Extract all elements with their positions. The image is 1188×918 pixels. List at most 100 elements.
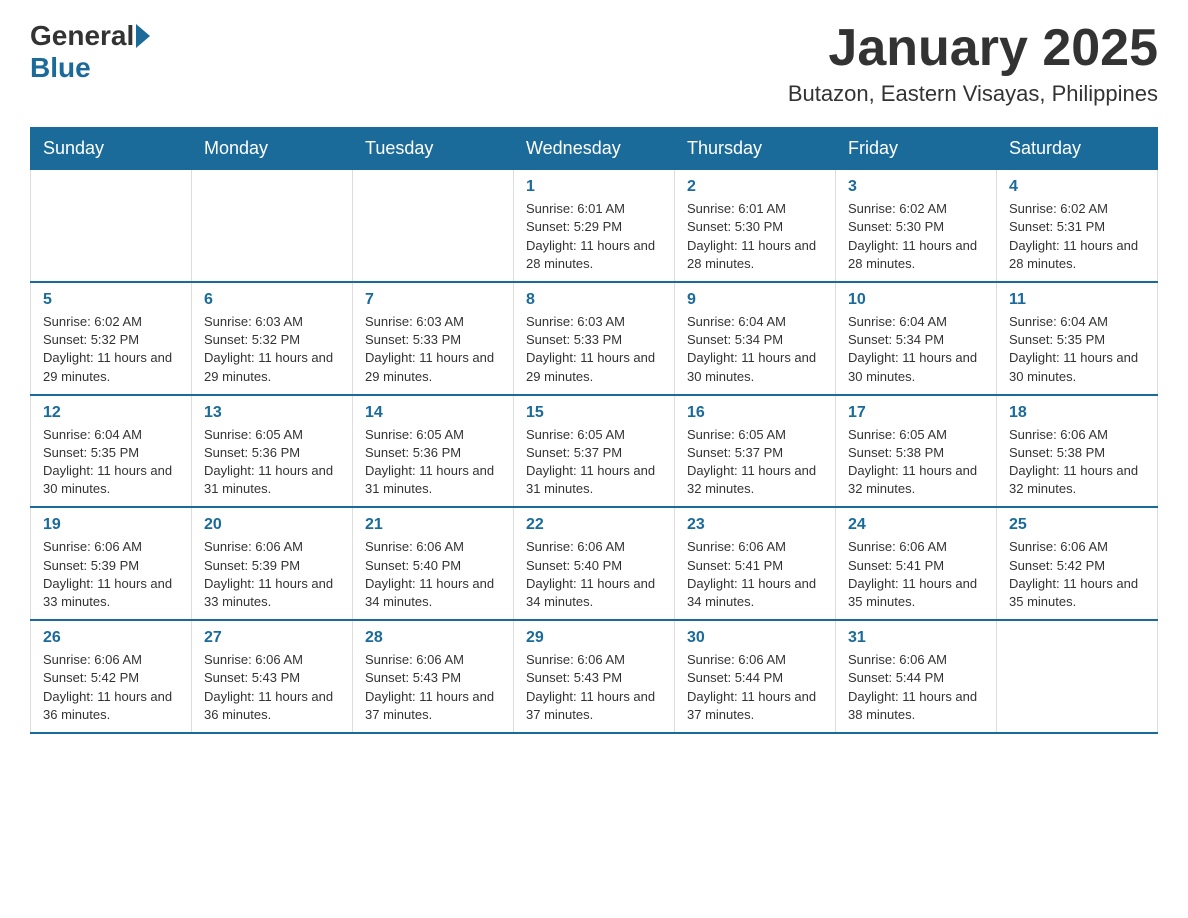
- day-number: 8: [526, 291, 662, 309]
- table-row: 27 Sunrise: 6:06 AMSunset: 5:43 PMDayligh…: [192, 620, 353, 733]
- day-number: 3: [848, 178, 984, 196]
- day-info: Sunrise: 6:02 AMSunset: 5:32 PMDaylight:…: [43, 313, 179, 386]
- calendar-table: Sunday Monday Tuesday Wednesday Thursday…: [30, 127, 1158, 734]
- table-row: 22 Sunrise: 6:06 AMSunset: 5:40 PMDayligh…: [514, 507, 675, 620]
- table-row: 1Sunrise: 6:01 AMSunset: 5:29 PMDaylight…: [514, 170, 675, 282]
- table-row: 31 Sunrise: 6:06 AMSunset: 5:44 PMDayligh…: [836, 620, 997, 733]
- day-info: Sunrise: 6:06 AMSunset: 5:43 PMDaylight:…: [204, 651, 340, 724]
- day-info: Sunrise: 6:06 AMSunset: 5:39 PMDaylight:…: [43, 538, 179, 611]
- table-row: 16 Sunrise: 6:05 AMSunset: 5:37 PMDayligh…: [675, 395, 836, 508]
- table-row: 25 Sunrise: 6:06 AMSunset: 5:42 PMDayligh…: [997, 507, 1158, 620]
- table-row: 24Sunrise: 6:06 AMSunset: 5:41 PMDayligh…: [836, 507, 997, 620]
- day-number: 16: [687, 404, 823, 422]
- table-row: 17 Sunrise: 6:05 AMSunset: 5:38 PMDayligh…: [836, 395, 997, 508]
- day-info: Sunrise: 6:04 AMSunset: 5:35 PMDaylight:…: [1009, 313, 1145, 386]
- day-number: 17: [848, 404, 984, 422]
- day-number: 19: [43, 516, 179, 534]
- day-info: Sunrise: 6:03 AMSunset: 5:32 PMDaylight:…: [204, 313, 340, 386]
- day-number: 1: [526, 178, 662, 196]
- day-number: 30: [687, 629, 823, 647]
- day-info: Sunrise: 6:06 AMSunset: 5:40 PMDaylight:…: [365, 538, 501, 611]
- table-row: 18Sunrise: 6:06 AMSunset: 5:38 PMDayligh…: [997, 395, 1158, 508]
- table-row: 3Sunrise: 6:02 AMSunset: 5:30 PMDaylight…: [836, 170, 997, 282]
- logo: General Blue: [30, 20, 152, 84]
- table-row: 12 Sunrise: 6:04 AMSunset: 5:35 PMDayligh…: [31, 395, 192, 508]
- day-number: 22: [526, 516, 662, 534]
- calendar-week-row: 1Sunrise: 6:01 AMSunset: 5:29 PMDaylight…: [31, 170, 1158, 282]
- day-info: Sunrise: 6:06 AMSunset: 5:39 PMDaylight:…: [204, 538, 340, 611]
- header-friday: Friday: [836, 128, 997, 170]
- day-info: Sunrise: 6:05 AMSunset: 5:36 PMDaylight:…: [365, 426, 501, 499]
- table-row: 19 Sunrise: 6:06 AMSunset: 5:39 PMDayligh…: [31, 507, 192, 620]
- day-info: Sunrise: 6:06 AMSunset: 5:41 PMDaylight:…: [687, 538, 823, 611]
- day-info: Sunrise: 6:05 AMSunset: 5:37 PMDaylight:…: [526, 426, 662, 499]
- day-info: Sunrise: 6:01 AMSunset: 5:30 PMDaylight:…: [687, 200, 823, 273]
- day-number: 14: [365, 404, 501, 422]
- table-row: [31, 170, 192, 282]
- day-info: Sunrise: 6:06 AMSunset: 5:44 PMDaylight:…: [848, 651, 984, 724]
- day-number: 5: [43, 291, 179, 309]
- table-row: 9 Sunrise: 6:04 AMSunset: 5:34 PMDaylight…: [675, 282, 836, 395]
- calendar-week-row: 12 Sunrise: 6:04 AMSunset: 5:35 PMDayligh…: [31, 395, 1158, 508]
- day-number: 6: [204, 291, 340, 309]
- day-info: Sunrise: 6:03 AMSunset: 5:33 PMDaylight:…: [365, 313, 501, 386]
- table-row: 10Sunrise: 6:04 AMSunset: 5:34 PMDayligh…: [836, 282, 997, 395]
- day-number: 13: [204, 404, 340, 422]
- day-number: 26: [43, 629, 179, 647]
- day-info: Sunrise: 6:04 AMSunset: 5:34 PMDaylight:…: [848, 313, 984, 386]
- day-number: 2: [687, 178, 823, 196]
- day-number: 23: [687, 516, 823, 534]
- table-row: 14 Sunrise: 6:05 AMSunset: 5:36 PMDayligh…: [353, 395, 514, 508]
- header-tuesday: Tuesday: [353, 128, 514, 170]
- day-info: Sunrise: 6:06 AMSunset: 5:43 PMDaylight:…: [365, 651, 501, 724]
- table-row: 15 Sunrise: 6:05 AMSunset: 5:37 PMDayligh…: [514, 395, 675, 508]
- day-info: Sunrise: 6:06 AMSunset: 5:43 PMDaylight:…: [526, 651, 662, 724]
- day-number: 25: [1009, 516, 1145, 534]
- day-number: 7: [365, 291, 501, 309]
- day-info: Sunrise: 6:02 AMSunset: 5:31 PMDaylight:…: [1009, 200, 1145, 273]
- table-row: 5 Sunrise: 6:02 AMSunset: 5:32 PMDaylight…: [31, 282, 192, 395]
- header-thursday: Thursday: [675, 128, 836, 170]
- table-row: 20 Sunrise: 6:06 AMSunset: 5:39 PMDayligh…: [192, 507, 353, 620]
- day-number: 31: [848, 629, 984, 647]
- title-section: January 2025 Butazon, Eastern Visayas, P…: [788, 20, 1158, 107]
- day-info: Sunrise: 6:04 AMSunset: 5:35 PMDaylight:…: [43, 426, 179, 499]
- day-info: Sunrise: 6:05 AMSunset: 5:38 PMDaylight:…: [848, 426, 984, 499]
- page-header: General Blue January 2025 Butazon, Easte…: [30, 20, 1158, 107]
- day-number: 20: [204, 516, 340, 534]
- header-wednesday: Wednesday: [514, 128, 675, 170]
- day-info: Sunrise: 6:04 AMSunset: 5:34 PMDaylight:…: [687, 313, 823, 386]
- table-row: 29Sunrise: 6:06 AMSunset: 5:43 PMDayligh…: [514, 620, 675, 733]
- table-row: [997, 620, 1158, 733]
- header-saturday: Saturday: [997, 128, 1158, 170]
- day-number: 15: [526, 404, 662, 422]
- day-info: Sunrise: 6:03 AMSunset: 5:33 PMDaylight:…: [526, 313, 662, 386]
- day-number: 12: [43, 404, 179, 422]
- table-row: 23 Sunrise: 6:06 AMSunset: 5:41 PMDayligh…: [675, 507, 836, 620]
- day-info: Sunrise: 6:05 AMSunset: 5:36 PMDaylight:…: [204, 426, 340, 499]
- table-row: 13 Sunrise: 6:05 AMSunset: 5:36 PMDayligh…: [192, 395, 353, 508]
- day-info: Sunrise: 6:06 AMSunset: 5:40 PMDaylight:…: [526, 538, 662, 611]
- day-info: Sunrise: 6:06 AMSunset: 5:38 PMDaylight:…: [1009, 426, 1145, 499]
- day-number: 28: [365, 629, 501, 647]
- header-sunday: Sunday: [31, 128, 192, 170]
- table-row: 2 Sunrise: 6:01 AMSunset: 5:30 PMDaylight…: [675, 170, 836, 282]
- calendar-week-row: 19 Sunrise: 6:06 AMSunset: 5:39 PMDayligh…: [31, 507, 1158, 620]
- day-number: 9: [687, 291, 823, 309]
- table-row: 7 Sunrise: 6:03 AMSunset: 5:33 PMDaylight…: [353, 282, 514, 395]
- day-info: Sunrise: 6:06 AMSunset: 5:42 PMDaylight:…: [1009, 538, 1145, 611]
- table-row: 28 Sunrise: 6:06 AMSunset: 5:43 PMDayligh…: [353, 620, 514, 733]
- day-info: Sunrise: 6:05 AMSunset: 5:37 PMDaylight:…: [687, 426, 823, 499]
- day-number: 27: [204, 629, 340, 647]
- table-row: 21Sunrise: 6:06 AMSunset: 5:40 PMDayligh…: [353, 507, 514, 620]
- day-number: 24: [848, 516, 984, 534]
- table-row: 8 Sunrise: 6:03 AMSunset: 5:33 PMDaylight…: [514, 282, 675, 395]
- table-row: [192, 170, 353, 282]
- day-number: 4: [1009, 178, 1145, 196]
- table-row: 11Sunrise: 6:04 AMSunset: 5:35 PMDayligh…: [997, 282, 1158, 395]
- day-info: Sunrise: 6:06 AMSunset: 5:44 PMDaylight:…: [687, 651, 823, 724]
- calendar-week-row: 26 Sunrise: 6:06 AMSunset: 5:42 PMDayligh…: [31, 620, 1158, 733]
- logo-arrow-icon: [136, 24, 150, 48]
- calendar-week-row: 5 Sunrise: 6:02 AMSunset: 5:32 PMDaylight…: [31, 282, 1158, 395]
- day-info: Sunrise: 6:06 AMSunset: 5:42 PMDaylight:…: [43, 651, 179, 724]
